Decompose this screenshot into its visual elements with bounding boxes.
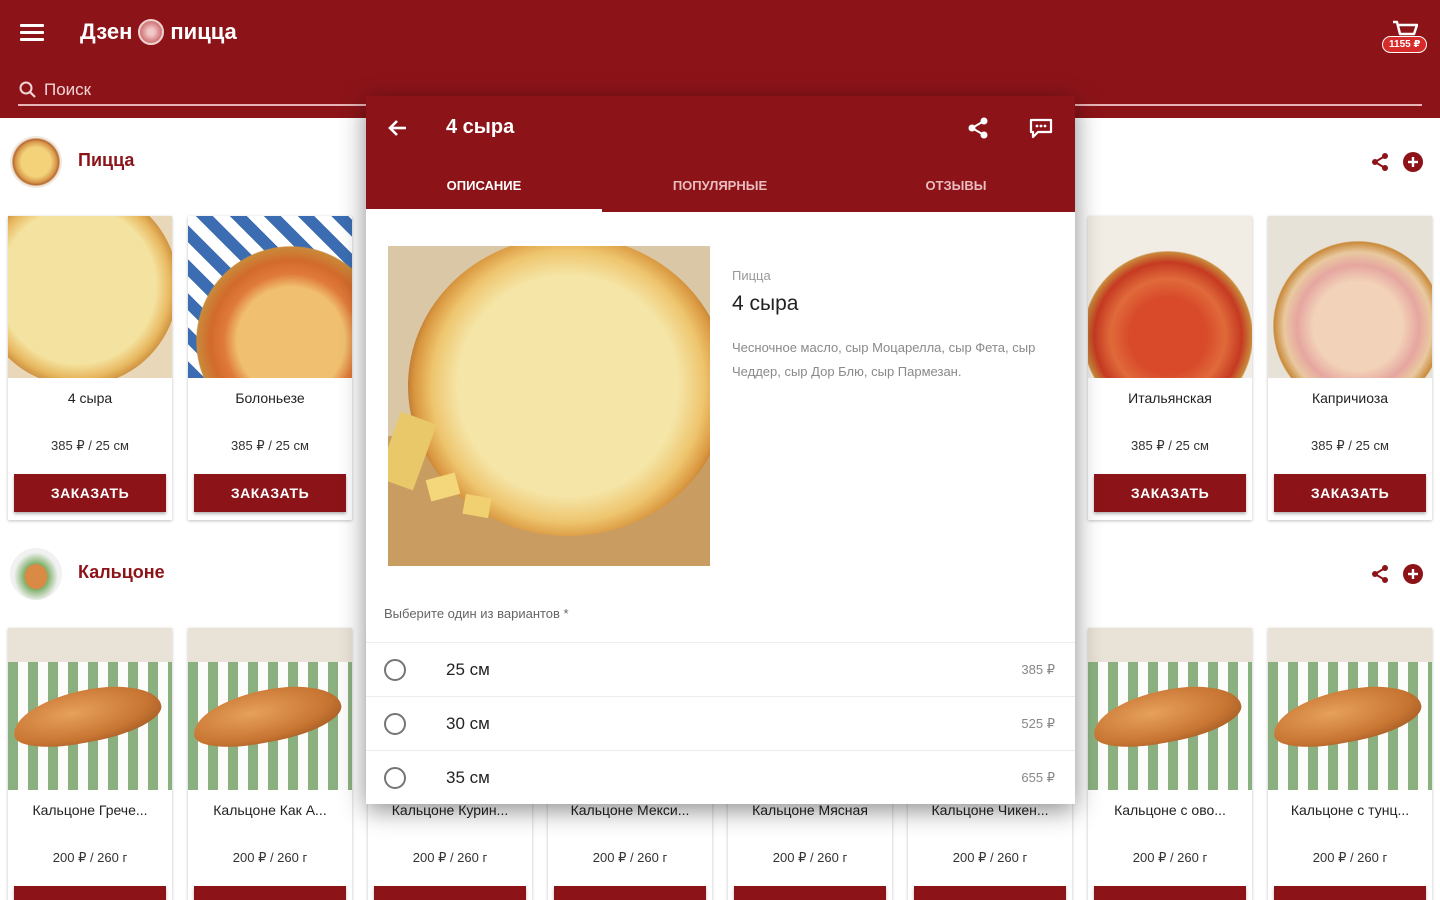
radio-button[interactable] (384, 713, 406, 735)
tab-popular[interactable]: ПОПУЛЯРНЫЕ (602, 166, 838, 212)
dialog-title: 4 сыра (446, 116, 515, 138)
product-image (188, 216, 352, 378)
product-image (1268, 216, 1432, 378)
product-name: Кальцоне Чикен... (931, 802, 1049, 818)
product-category: Пицца (732, 268, 771, 283)
product-image (8, 628, 172, 790)
order-button[interactable] (1094, 886, 1246, 900)
order-button[interactable]: ЗАКАЗАТЬ (1274, 474, 1426, 512)
radio-button[interactable] (384, 767, 406, 789)
category-title: Пицца (78, 150, 135, 170)
share-icon[interactable] (1370, 152, 1390, 172)
product-name: Кальцоне Мясная (752, 802, 868, 818)
product-card[interactable]: Кальцоне Грече... 200 ₽ / 260 г (8, 628, 172, 900)
product-card[interactable]: Кальцоне с ово... 200 ₽ / 260 г (1088, 628, 1252, 900)
variants-hint: Выберите один из вариантов * (384, 606, 569, 621)
product-price: 385 ₽ / 25 см (51, 438, 129, 453)
logo-text-right: пицца (170, 19, 237, 44)
category-title: Кальцоне (78, 562, 165, 582)
option-price: 385 ₽ (1021, 662, 1055, 677)
product-card[interactable]: Болоньезе 385 ₽ / 25 см ЗАКАЗАТЬ (188, 216, 352, 520)
product-image (8, 216, 172, 378)
option-label: 35 см (446, 768, 490, 787)
product-price: 385 ₽ / 25 см (1131, 438, 1209, 453)
product-price: 200 ₽ / 260 г (1132, 850, 1208, 865)
logo-text-left: Дзен (80, 19, 133, 44)
add-circle-icon[interactable] (1402, 151, 1424, 173)
product-price: 200 ₽ / 260 г (592, 850, 668, 865)
tab-description[interactable]: ОПИСАНИЕ (366, 166, 602, 212)
dialog-header: 4 сыра ОПИСАНИЕ ПОПУЛЯРНЫЕ ОТЗЫВЫ (366, 96, 1075, 212)
product-price: 200 ₽ / 260 г (952, 850, 1028, 865)
option-price: 655 ₽ (1021, 770, 1055, 785)
product-image (1088, 216, 1252, 378)
product-card[interactable]: 4 сыра 385 ₽ / 25 см ЗАКАЗАТЬ (8, 216, 172, 520)
product-price: 200 ₽ / 260 г (52, 850, 128, 865)
order-button[interactable]: ЗАКАЗАТЬ (14, 474, 166, 512)
product-image (1088, 628, 1252, 790)
tab-reviews[interactable]: ОТЗЫВЫ (838, 166, 1074, 212)
product-dialog: 4 сыра ОПИСАНИЕ ПОПУЛЯРНЫЕ ОТЗЫВЫ Пицца … (366, 96, 1075, 804)
cart-button[interactable]: 1155 ₽ (1382, 20, 1430, 56)
order-button[interactable] (374, 886, 526, 900)
product-name: 4 сыра (732, 292, 799, 315)
share-icon[interactable] (1370, 564, 1390, 584)
cart-total-badge: 1155 ₽ (1382, 36, 1428, 53)
option-label: 30 см (446, 714, 490, 733)
order-button[interactable] (914, 886, 1066, 900)
product-name: Кальцоне Мекси... (570, 802, 690, 818)
option-label: 25 см (446, 660, 490, 679)
radio-button[interactable] (384, 659, 406, 681)
product-card[interactable]: Итальянская 385 ₽ / 25 см ЗАКАЗАТЬ (1088, 216, 1252, 520)
size-option[interactable]: 25 см 385 ₽ (366, 642, 1075, 696)
product-card[interactable]: Кальцоне с тунц... 200 ₽ / 260 г (1268, 628, 1432, 900)
product-name: Кальцоне с ово... (1114, 802, 1226, 818)
product-price: 385 ₽ / 25 см (1311, 438, 1389, 453)
product-name: Кальцоне Как А... (213, 802, 327, 818)
search-icon (19, 81, 36, 98)
product-price: 385 ₽ / 25 см (231, 438, 309, 453)
product-name: Кальцоне с тунц... (1290, 802, 1410, 818)
order-button[interactable] (14, 886, 166, 900)
product-name: 4 сыра (67, 390, 113, 406)
product-name: Кальцоне Курин... (391, 802, 509, 818)
share-icon[interactable] (966, 116, 990, 140)
dialog-tabs: ОПИСАНИЕ ПОПУЛЯРНЫЕ ОТЗЫВЫ (366, 166, 1075, 212)
add-circle-icon[interactable] (1402, 563, 1424, 585)
option-price: 525 ₽ (1021, 716, 1055, 731)
product-description: Чесночное масло, сыр Моцарелла, сыр Фета… (732, 340, 1036, 379)
app-logo: Дзен пицца (80, 14, 237, 50)
order-button[interactable] (734, 886, 886, 900)
product-card[interactable]: Капричиоза 385 ₽ / 25 см ЗАКАЗАТЬ (1268, 216, 1432, 520)
product-image (188, 628, 352, 790)
back-arrow-icon[interactable] (386, 116, 410, 140)
product-name: Болоньезе (235, 390, 305, 406)
order-button[interactable] (1274, 886, 1426, 900)
product-card[interactable]: Кальцоне Как А... 200 ₽ / 260 г (188, 628, 352, 900)
order-button[interactable] (554, 886, 706, 900)
product-price: 200 ₽ / 260 г (772, 850, 848, 865)
product-image (1268, 628, 1432, 790)
order-button[interactable]: ЗАКАЗАТЬ (194, 474, 346, 512)
search-placeholder: Поиск (44, 80, 92, 99)
product-name: Итальянская (1128, 390, 1212, 406)
logo-pizza-icon (138, 19, 165, 45)
size-option[interactable]: 30 см 525 ₽ (366, 696, 1075, 750)
order-button[interactable]: ЗАКАЗАТЬ (1094, 474, 1246, 512)
order-button[interactable] (194, 886, 346, 900)
product-price: 200 ₽ / 260 г (232, 850, 308, 865)
comment-icon[interactable] (1028, 116, 1054, 140)
product-photo (388, 246, 710, 566)
menu-icon[interactable] (20, 24, 44, 42)
product-price: 200 ₽ / 260 г (412, 850, 488, 865)
product-name: Капричиоза (1311, 390, 1389, 406)
product-price: 200 ₽ / 260 г (1312, 850, 1388, 865)
category-thumbnail (10, 548, 62, 600)
category-thumbnail (10, 136, 62, 188)
size-option[interactable]: 35 см 655 ₽ (366, 750, 1075, 804)
product-name: Кальцоне Грече... (32, 802, 148, 818)
